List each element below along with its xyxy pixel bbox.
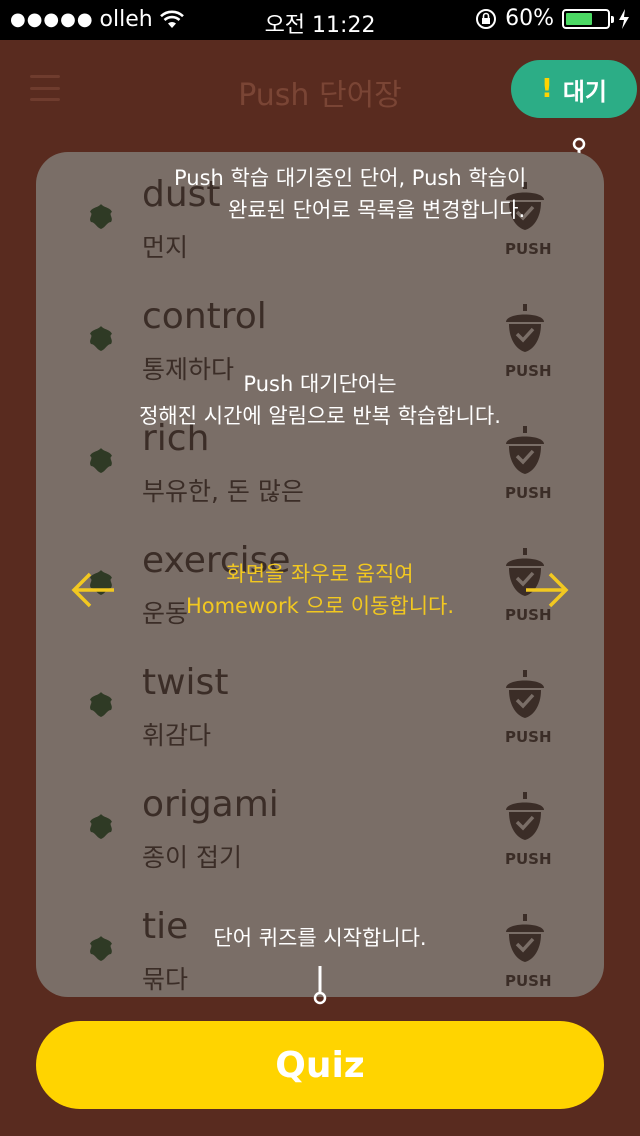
- leaf-icon: [90, 814, 112, 839]
- quiz-button-label: Quiz: [275, 1044, 365, 1086]
- arrow-right-icon: [526, 572, 569, 608]
- list-item[interactable]: twist 휘감다 PUSH: [36, 650, 604, 772]
- tip-list-toggle-line2: 완료된 단어로 목록을 변경합니다.: [228, 198, 526, 222]
- word-korean: 먼지: [142, 233, 189, 262]
- push-badge: PUSH: [505, 850, 552, 868]
- arrow-left-icon: [71, 572, 114, 608]
- wait-button-label: 대기: [562, 77, 608, 106]
- push-badge: PUSH: [505, 728, 552, 746]
- status-bar: ●●●●● olleh 오전 11:22 60%: [0, 0, 640, 40]
- tip-connector-bottom: [313, 966, 327, 1005]
- push-badge: PUSH: [505, 240, 552, 258]
- tip-push-line1: Push 대기단어는: [243, 372, 397, 396]
- tip-quiz: 단어 퀴즈를 시작합니다.: [0, 922, 640, 954]
- quiz-button[interactable]: Quiz: [36, 1021, 604, 1109]
- push-badge: PUSH: [505, 972, 552, 990]
- exclamation-icon: !: [540, 74, 553, 104]
- leaf-icon: [90, 204, 112, 229]
- tip-push: Push 대기단어는 정해진 시간에 알림으로 반복 학습합니다.: [0, 368, 640, 432]
- tip-swipe: 화면을 좌우로 움직여 Homework 으로 이동합니다.: [120, 558, 520, 622]
- tip-push-line2: 정해진 시간에 알림으로 반복 학습합니다.: [139, 404, 501, 428]
- rotation-lock-icon: [476, 8, 497, 29]
- tip-swipe-line2: Homework 으로 이동합니다.: [185, 594, 455, 618]
- acorn-check-icon: [506, 426, 544, 474]
- acorn-check-icon: [506, 792, 544, 840]
- leaf-icon: [90, 448, 112, 473]
- acorn-check-icon: [506, 304, 544, 352]
- signal-dots: ●●●●●: [10, 9, 94, 30]
- list-item[interactable]: origami 종이 접기 PUSH: [36, 772, 604, 894]
- word-korean: 묶다: [142, 965, 189, 994]
- charging-icon: [619, 8, 629, 29]
- battery-icon: [562, 8, 614, 29]
- word-english: origami: [142, 784, 279, 825]
- tip-quiz-text: 단어 퀴즈를 시작합니다.: [213, 926, 427, 950]
- tip-swipe-line1: 화면을 좌우로 움직여: [226, 562, 414, 586]
- acorn-check-icon: [506, 670, 544, 718]
- word-english: twist: [142, 662, 229, 703]
- word-english: control: [142, 296, 267, 337]
- leaf-icon: [90, 326, 112, 351]
- word-korean: 휘감다: [142, 721, 212, 750]
- leaf-icon: [90, 692, 112, 717]
- wifi-icon: [159, 10, 184, 28]
- word-korean: 종이 접기: [142, 843, 242, 872]
- push-badge: PUSH: [505, 484, 552, 502]
- battery-percent: 60%: [505, 6, 554, 31]
- word-korean: 부유한, 돈 많은: [142, 477, 304, 506]
- carrier-name: olleh: [99, 7, 153, 32]
- tip-list-toggle: Push 학습 대기중인 단어, Push 학습이 완료된 단어로 목록을 변경…: [140, 162, 580, 226]
- wait-filter-button[interactable]: ! 대기: [511, 60, 637, 118]
- tip-list-toggle-line1: Push 학습 대기중인 단어, Push 학습이: [174, 166, 527, 190]
